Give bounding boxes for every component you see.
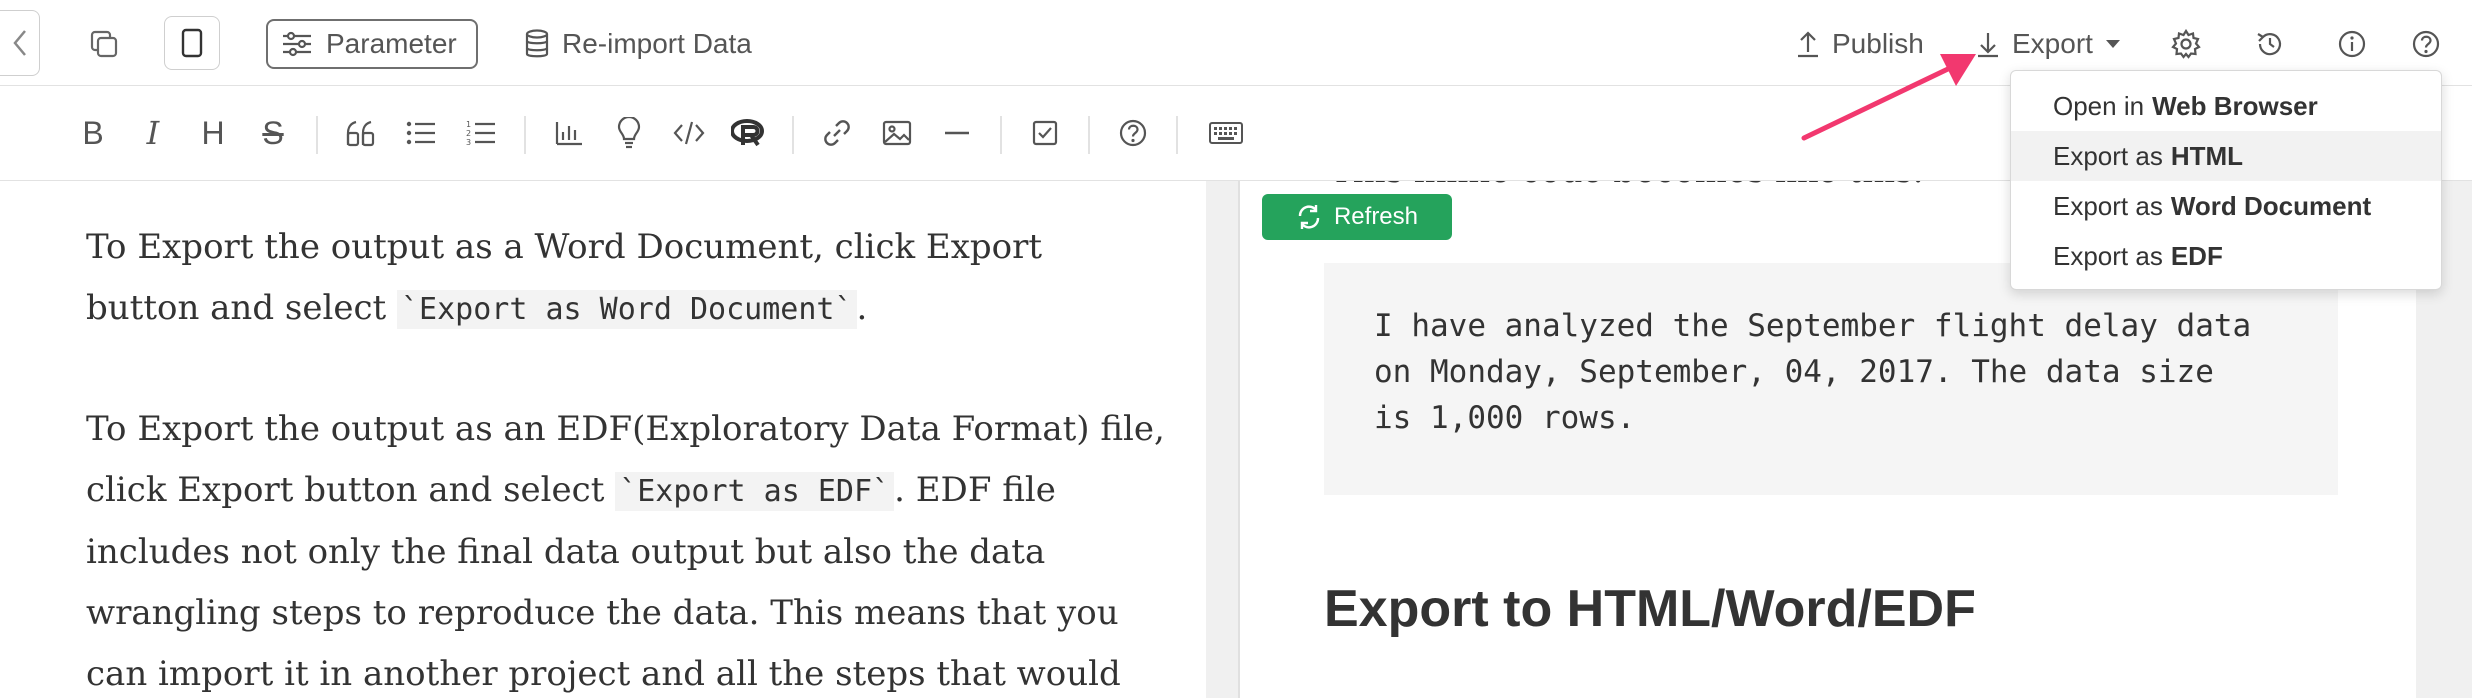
bold-icon: B <box>82 114 104 151</box>
keyboard-icon <box>1209 122 1243 144</box>
menu-item-target: Web Browser <box>2152 90 2318 121</box>
svg-text:1: 1 <box>466 120 471 129</box>
info-icon <box>2338 30 2366 58</box>
info-button[interactable] <box>2330 22 2374 66</box>
bullet-list-icon <box>406 121 435 145</box>
menu-item-target: HTML <box>2170 140 2244 171</box>
menu-item-prefix: Export as <box>2053 240 2163 271</box>
checkbox-button[interactable] <box>1022 110 1068 156</box>
bullet-list-button[interactable] <box>398 110 444 156</box>
refresh-icon <box>1298 205 1320 229</box>
menu-item-open-in-web-browser[interactable]: Open in Web Browser <box>2011 81 2441 131</box>
svg-text:3: 3 <box>466 138 471 146</box>
menu-item-target: EDF <box>2170 240 2223 271</box>
preview-text: This inline code becomes like this: <box>1330 181 1924 191</box>
code-line: is 1,000 rows. <box>1374 400 1636 436</box>
markdown-editor[interactable]: To Export the output as a Word Document,… <box>0 181 1206 698</box>
code-line: I have analyzed the September flight del… <box>1374 308 2252 344</box>
preview-heading: Export to HTML/Word/EDF <box>1324 580 1976 638</box>
export-dropdown-menu: Open in Web Browser Export as HTML Export … <box>2010 70 2442 290</box>
editor-paragraph: To Export the output as an EDF(Explorato… <box>86 399 1166 698</box>
insight-button[interactable] <box>606 110 652 156</box>
reimport-label: Re-import Data <box>562 28 752 59</box>
horizontal-rule-icon <box>945 131 969 135</box>
toolbar-separator <box>792 116 794 154</box>
code-line: on Monday, September, 04, 2017. The data… <box>1374 354 2214 390</box>
caret-down-icon <box>2105 40 2120 48</box>
link-button[interactable] <box>814 110 860 156</box>
toolbar-separator <box>524 116 526 154</box>
annotation-arrow <box>1801 54 1976 141</box>
settings-button[interactable] <box>2164 22 2208 66</box>
strikethrough-icon: S <box>262 114 284 151</box>
horizontal-rule-button[interactable] <box>934 110 980 156</box>
parameter-label: Parameter <box>326 28 457 59</box>
strikethrough-button[interactable]: S <box>250 110 296 156</box>
history-icon <box>2257 33 2282 56</box>
question-icon <box>1119 119 1147 147</box>
toolbar-separator <box>1088 116 1090 154</box>
keyboard-shortcuts-button[interactable] <box>1198 110 1254 156</box>
heading-button[interactable]: H <box>190 110 236 156</box>
inline-code: `Export as EDF` <box>615 472 895 511</box>
copy-button[interactable] <box>82 22 126 66</box>
numbered-list-icon: 123 <box>466 120 495 146</box>
image-button[interactable] <box>874 110 920 156</box>
sliders-icon <box>283 31 311 57</box>
help-button[interactable] <box>2404 22 2448 66</box>
toolbar-separator <box>1000 116 1002 154</box>
refresh-button[interactable]: Refresh <box>1262 194 1452 240</box>
heading-icon: H <box>201 114 225 151</box>
layout-toggle-button[interactable] <box>164 16 220 70</box>
toolbar-separator <box>1176 116 1178 154</box>
menu-item-prefix: Export as <box>2053 140 2163 171</box>
numbered-list-button[interactable]: 123 <box>458 110 504 156</box>
copy-icon <box>90 30 118 58</box>
text-run: . <box>856 288 868 328</box>
preview-code-block: I have analyzed the September flight del… <box>1324 263 2338 495</box>
bold-button[interactable]: B <box>70 110 116 156</box>
code-button[interactable] <box>666 110 712 156</box>
question-icon <box>2412 30 2440 58</box>
refresh-label: Refresh <box>1333 203 1419 230</box>
menu-item-prefix: Export as <box>2053 190 2163 221</box>
menu-item-export-as-word-document[interactable]: Export as Word Document <box>2011 181 2441 231</box>
toolbar-separator <box>316 116 318 154</box>
menu-item-prefix: Open in <box>2053 90 2145 121</box>
export-label: Export <box>2012 28 2093 59</box>
checkbox-icon <box>1032 120 1058 146</box>
single-pane-icon <box>181 28 203 58</box>
lightbulb-icon <box>617 117 641 149</box>
editor-content: To Export the output as a Word Document,… <box>86 217 1166 698</box>
bar-chart-icon <box>555 122 582 146</box>
chart-button[interactable] <box>546 110 592 156</box>
history-button[interactable] <box>2248 22 2292 66</box>
parameter-button[interactable]: Parameter <box>266 19 478 69</box>
r-logo-icon <box>731 119 764 147</box>
markdown-help-button[interactable] <box>1110 110 1156 156</box>
menu-item-export-as-html[interactable]: Export as HTML <box>2011 131 2441 181</box>
image-icon <box>882 120 912 146</box>
gear-icon <box>2171 29 2201 59</box>
italic-button[interactable]: I <box>130 110 176 156</box>
pane-divider[interactable] <box>1206 181 1240 698</box>
editor-paragraph: To Export the output as a Word Document,… <box>86 217 1166 340</box>
chevron-left-icon <box>12 30 26 56</box>
database-icon <box>525 29 549 58</box>
reimport-data-button[interactable]: Re-import Data <box>524 20 752 68</box>
svg-text:2: 2 <box>466 129 471 138</box>
quote-icon <box>346 120 375 147</box>
italic-icon: I <box>146 114 160 152</box>
quote-button[interactable] <box>338 110 384 156</box>
export-button[interactable]: Export <box>1976 20 2121 68</box>
link-icon <box>824 120 850 146</box>
inline-code: `Export as Word Document` <box>396 290 857 329</box>
menu-item-export-as-edf[interactable]: Export as EDF <box>2011 231 2441 281</box>
back-button[interactable] <box>0 10 40 76</box>
r-code-button[interactable] <box>726 110 772 156</box>
menu-item-target: Word Document <box>2170 190 2372 221</box>
code-icon <box>673 121 705 145</box>
